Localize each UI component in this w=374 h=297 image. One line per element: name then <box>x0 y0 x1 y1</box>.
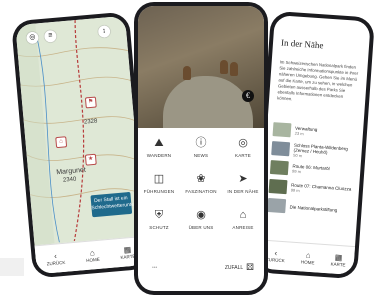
thumbnail <box>267 197 287 214</box>
list-item[interactable]: Verwaltung 23 m <box>272 121 359 143</box>
bottom-nav: ‹ ZURÜCK ⌂ HOME ▦ KARTE <box>257 239 356 276</box>
marmot-figure <box>220 60 228 74</box>
home-phone: € ⛰ WANDERN ⓘ NEWS ◎ KARTE ◫ FÜHRUNGEN ❀ FASZ… <box>134 2 268 295</box>
marmot-figure <box>230 62 238 76</box>
list-item[interactable]: Die Nationalparkstiftung <box>267 197 354 219</box>
nearby-screen: In der Nähe Im Schweizerischen Nationalp… <box>257 14 371 276</box>
list-item[interactable]: Schloss Planta-Wildenberg (Zernez / Heuh… <box>271 140 358 162</box>
tile-wandern[interactable]: ⛰ WANDERN <box>138 136 180 158</box>
park-logo: € <box>242 90 254 102</box>
thumbnail <box>268 178 288 195</box>
tile-label: NEWS <box>193 153 209 158</box>
marmot-figure <box>183 66 191 80</box>
random-button[interactable]: ZUFALL ⚄ <box>225 262 254 273</box>
nav-back[interactable]: ‹ ZURÜCK <box>265 248 286 264</box>
poi-marker[interactable]: ⚑ <box>84 96 97 109</box>
hero-image: € <box>138 6 264 128</box>
news-icon: ⓘ <box>195 137 207 149</box>
page-title: In der Nähe <box>280 37 324 51</box>
background-panel <box>0 258 24 276</box>
page-indicator: ••• <box>152 265 158 271</box>
item-distance: 23 m <box>294 130 304 137</box>
nav-label: ZURÜCK <box>265 256 285 264</box>
nearby-phone: In der Nähe Im Schweizerischen Nationalp… <box>252 10 374 280</box>
tile-ueber-uns[interactable]: ◉ ÜBER UNS <box>180 208 222 230</box>
tile-faszination[interactable]: ❀ FASZINATION <box>180 172 222 194</box>
tile-label: ÜBER UNS <box>188 225 214 230</box>
map-label: 2328 <box>83 118 98 126</box>
map-label: 2340 <box>62 176 77 184</box>
thumbnail <box>271 141 291 157</box>
item-title: Die Nationalparkstiftung <box>289 203 338 213</box>
nav-label: HOME <box>300 259 315 266</box>
tile-label: KARTE <box>235 153 251 158</box>
nearby-list: Verwaltung 23 m Schloss Planta-Wildenberg… <box>267 121 359 222</box>
tile-anreise[interactable]: ⌂ ANREISE <box>222 208 264 230</box>
map-screen: ◎ ≡ ↕ ⚑ ⌂ ★ 2328 Margunet 2340 Der Stall… <box>15 15 147 275</box>
tile-label: IN DER NÄHE <box>227 189 259 194</box>
menu-grid: ⛰ WANDERN ⓘ NEWS ◎ KARTE ◫ FÜHRUNGEN ❀ FASZIN… <box>138 136 264 230</box>
tile-schutz[interactable]: ⛨ SCHUTZ <box>138 208 180 230</box>
tile-label: FASZINATION <box>185 189 217 194</box>
nav-home[interactable]: ⌂ HOME <box>300 250 315 266</box>
map-contours <box>15 20 141 275</box>
list-item[interactable]: Route 07: Chamanna Cluozza 99 m <box>268 178 355 200</box>
paw-icon: ❀ <box>196 173 206 185</box>
shield-icon: ⛨ <box>154 209 164 221</box>
rock-shape <box>163 76 253 128</box>
chevron-left-icon: ‹ <box>53 251 58 261</box>
tile-karte[interactable]: ◎ KARTE <box>222 136 264 158</box>
tile-in-der-naehe[interactable]: ➤ IN DER NÄHE <box>222 172 264 194</box>
map-phone: ◎ ≡ ↕ ⚑ ⌂ ★ 2328 Margunet 2340 Der Stall… <box>10 11 152 279</box>
nav-back[interactable]: ‹ ZURÜCK <box>46 251 66 267</box>
nav-map[interactable]: ▦ KARTE <box>330 252 346 268</box>
house-icon: ⌂ <box>239 209 247 221</box>
nav-label: HOME <box>86 256 100 263</box>
info-icon: ◉ <box>196 209 206 221</box>
poi-marker[interactable]: ★ <box>84 153 97 166</box>
nav-home[interactable]: ⌂ HOME <box>85 248 100 263</box>
nav-label: KARTE <box>330 261 346 268</box>
tile-label: WANDERN <box>146 153 172 158</box>
thumbnail <box>272 122 292 138</box>
map-view[interactable]: ◎ ≡ ↕ ⚑ ⌂ ★ 2328 Margunet 2340 Der Stall… <box>15 15 147 275</box>
thumbnail <box>269 160 289 176</box>
tile-news[interactable]: ⓘ NEWS <box>180 136 222 158</box>
intro-text: Im Schweizerischen Nationalpark finden S… <box>277 59 359 102</box>
list-item[interactable]: Route 06: Murtaröl 99 m <box>269 159 357 181</box>
home-screen: € ⛰ WANDERN ⓘ NEWS ◎ KARTE ◫ FÜHRUNGEN ❀ FASZ… <box>138 6 264 291</box>
globe-icon: ◎ <box>238 137 248 149</box>
dice-icon: ⚄ <box>246 262 254 272</box>
location-arrow-icon: ➤ <box>238 173 248 185</box>
random-label: ZUFALL <box>224 264 244 271</box>
chevron-left-icon: ‹ <box>274 248 278 258</box>
map-callout[interactable]: Der Stall ist ein Schlechtwetteruntersta… <box>90 191 147 218</box>
home-icon: ⌂ <box>305 250 311 261</box>
tile-label: ANREISE <box>232 225 254 230</box>
poi-marker[interactable]: ⌂ <box>55 136 68 149</box>
binoculars-icon: ◫ <box>153 173 165 185</box>
tile-label: SCHUTZ <box>149 225 169 230</box>
tile-label: FÜHRUNGEN <box>143 189 175 194</box>
hiking-icon: ⛰ <box>154 137 164 149</box>
tile-fuehrungen[interactable]: ◫ FÜHRUNGEN <box>138 172 180 194</box>
nav-label: ZURÜCK <box>46 259 66 267</box>
